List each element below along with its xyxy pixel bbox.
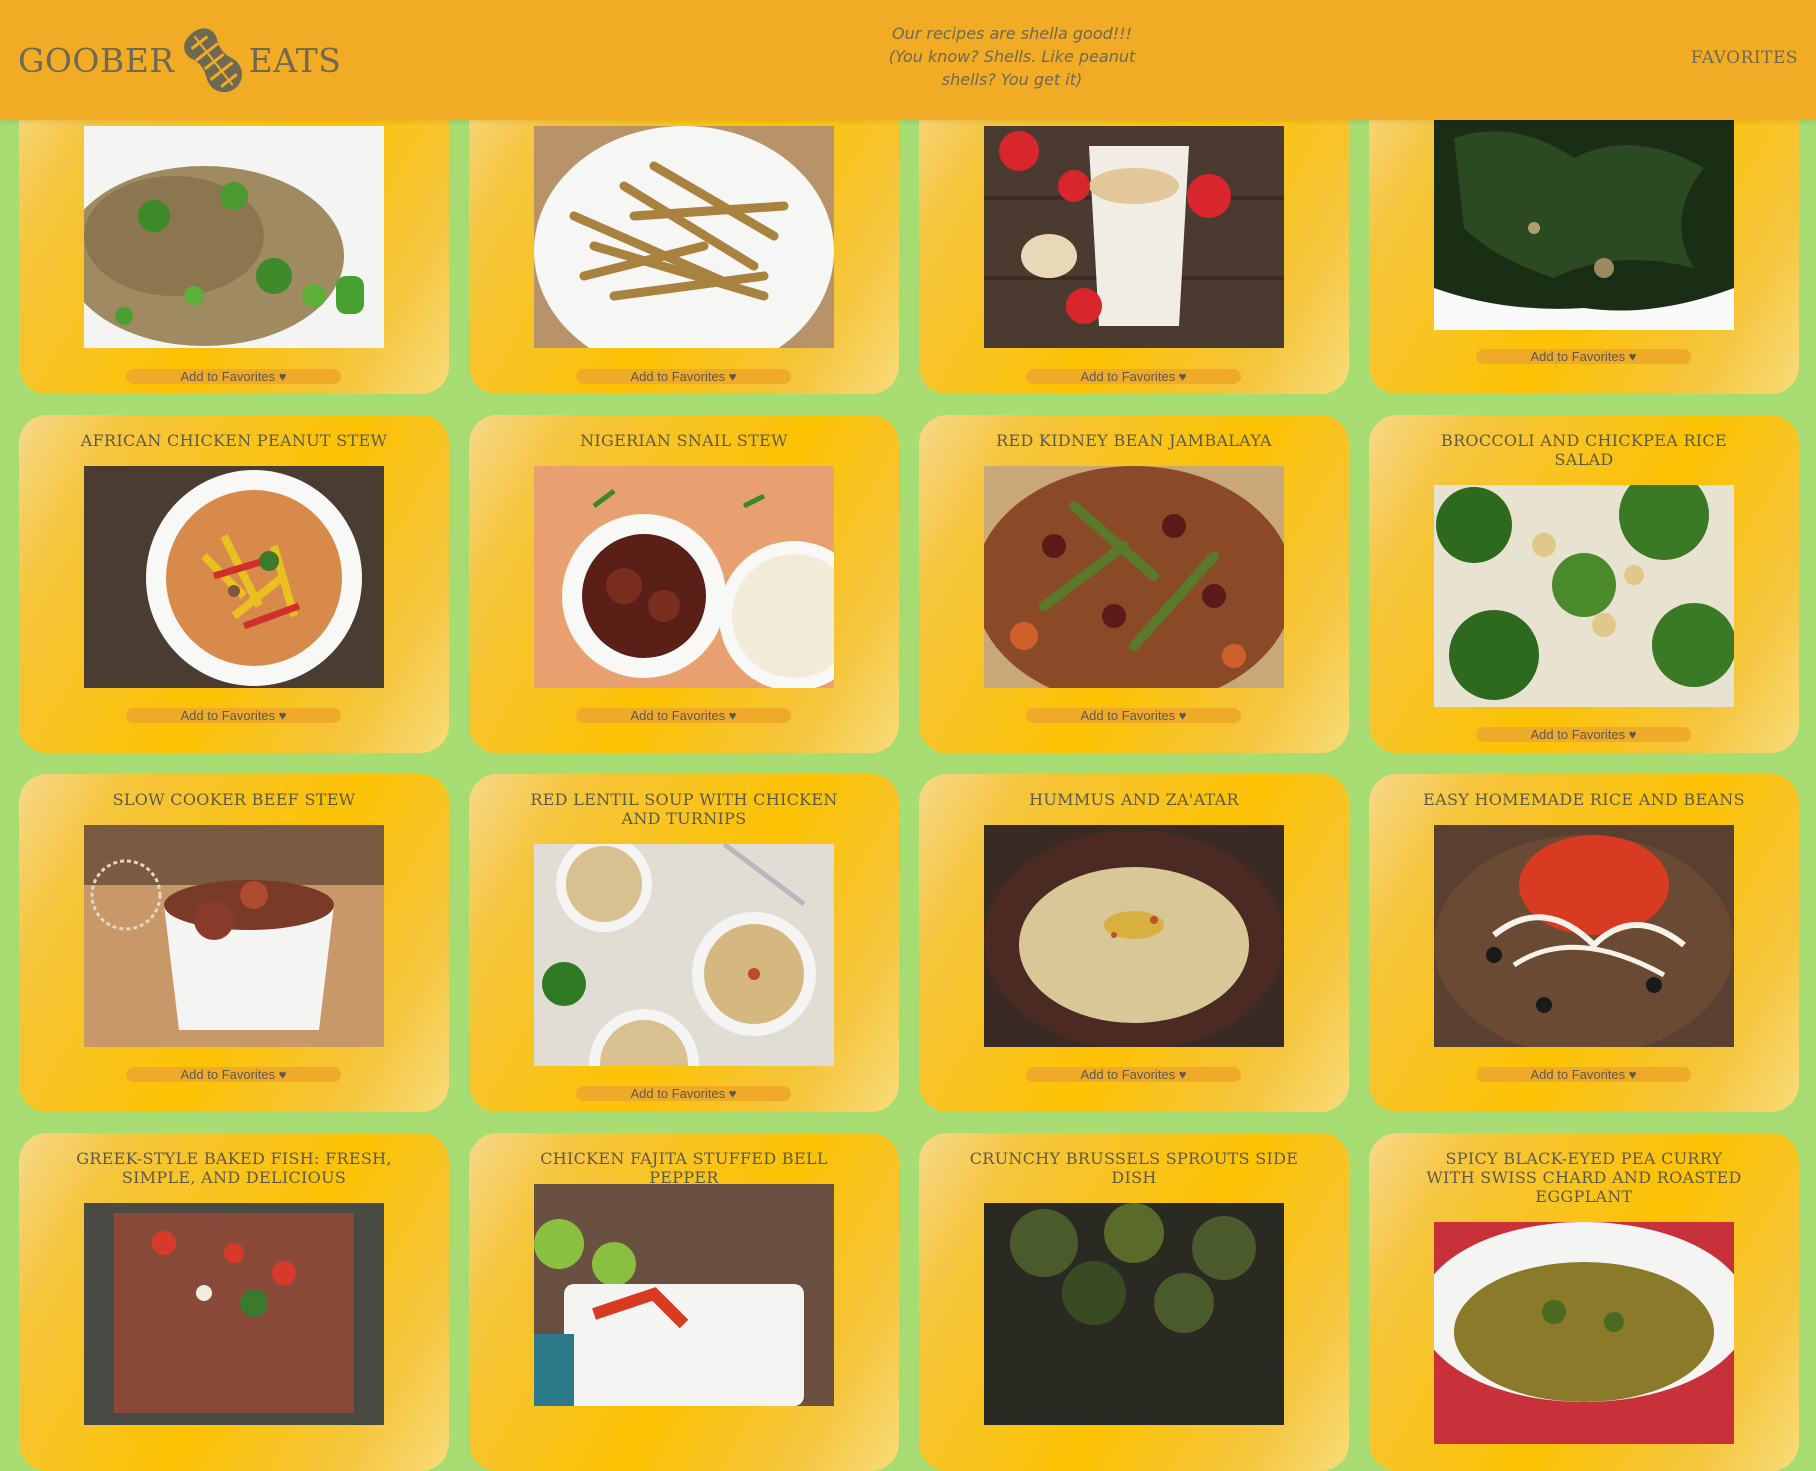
recipe-title[interactable]: Spicy Black-Eyed Pea Curry with Swiss Ch… bbox=[1419, 1149, 1749, 1206]
recipe-card: Crunchy Brussels Sprouts Side Dish bbox=[919, 1133, 1349, 1471]
recipe-title[interactable]: Easy Homemade Rice and Beans bbox=[1419, 790, 1749, 809]
recipe-image[interactable] bbox=[534, 466, 834, 688]
recipe-title[interactable]: Red Kidney Bean Jambalaya bbox=[969, 431, 1299, 450]
logo-text-right: EATS bbox=[248, 40, 342, 80]
recipe-card: Nigerian Snail Stew Add to Favorites ♥ bbox=[469, 415, 899, 753]
recipe-image[interactable] bbox=[84, 1203, 384, 1425]
favorites-nav-link[interactable]: FAVORITES bbox=[1691, 48, 1798, 68]
recipe-card: Chicken Fajita Stuffed Bell Pepper bbox=[469, 1133, 899, 1471]
add-to-favorites-button[interactable]: Add to Favorites ♥ bbox=[126, 708, 341, 723]
add-to-favorites-button[interactable]: Add to Favorites ♥ bbox=[1476, 727, 1691, 742]
recipe-image[interactable] bbox=[534, 1184, 834, 1406]
recipe-image[interactable] bbox=[84, 466, 384, 688]
add-to-favorites-button[interactable]: Add to Favorites ♥ bbox=[576, 1086, 791, 1101]
recipe-title[interactable]: Broccoli and Chickpea Rice Salad bbox=[1419, 431, 1749, 469]
recipe-image[interactable] bbox=[984, 126, 1284, 348]
recipe-image[interactable] bbox=[84, 126, 384, 348]
add-to-favorites-button[interactable]: Add to Favorites ♥ bbox=[126, 369, 341, 384]
recipe-card: Easy Homemade Rice and Beans Add to Favo… bbox=[1369, 774, 1799, 1112]
recipe-image[interactable] bbox=[84, 825, 384, 1047]
recipe-image[interactable] bbox=[1434, 825, 1734, 1047]
add-to-favorites-button[interactable]: Add to Favorites ♥ bbox=[126, 1067, 341, 1082]
recipe-image[interactable] bbox=[534, 126, 834, 348]
site-header: GOOBER EATS Our recipes are shella good!… bbox=[0, 0, 1816, 120]
recipe-card: Broccoli and Chickpea Rice Salad Add to … bbox=[1369, 415, 1799, 753]
add-to-favorites-button[interactable]: Add to Favorites ♥ bbox=[1476, 349, 1691, 364]
add-to-favorites-button[interactable]: Add to Favorites ♥ bbox=[1476, 1067, 1691, 1082]
recipe-image[interactable] bbox=[1434, 485, 1734, 707]
add-to-favorites-button[interactable]: Add to Favorites ♥ bbox=[1026, 369, 1241, 384]
recipe-grid: Add to Favorites ♥ Add to Favorites ♥ Ad… bbox=[0, 0, 1816, 1471]
recipe-card: Slow Cooker Beef Stew Add to Favorites ♥ bbox=[19, 774, 449, 1112]
recipe-image[interactable] bbox=[534, 844, 834, 1066]
add-to-favorites-button[interactable]: Add to Favorites ♥ bbox=[576, 708, 791, 723]
recipe-title[interactable]: Chicken Fajita Stuffed Bell Pepper bbox=[519, 1149, 849, 1187]
recipe-image[interactable] bbox=[984, 825, 1284, 1047]
add-to-favorites-button[interactable]: Add to Favorites ♥ bbox=[1026, 708, 1241, 723]
recipe-card: African Chicken Peanut Stew Add to Favor… bbox=[19, 415, 449, 753]
recipe-title[interactable]: Greek-Style Baked Fish: Fresh, Simple, a… bbox=[69, 1149, 399, 1187]
add-to-favorites-button[interactable]: Add to Favorites ♥ bbox=[576, 369, 791, 384]
recipe-title[interactable]: Red Lentil Soup with Chicken and Turnips bbox=[519, 790, 849, 828]
recipe-card: Red Lentil Soup with Chicken and Turnips… bbox=[469, 774, 899, 1112]
recipe-image[interactable] bbox=[1434, 1222, 1734, 1444]
recipe-image[interactable] bbox=[984, 1203, 1284, 1425]
recipe-title[interactable]: Slow Cooker Beef Stew bbox=[69, 790, 399, 809]
recipe-card: Greek-Style Baked Fish: Fresh, Simple, a… bbox=[19, 1133, 449, 1471]
recipe-image[interactable] bbox=[984, 466, 1284, 688]
recipe-card: Spicy Black-Eyed Pea Curry with Swiss Ch… bbox=[1369, 1133, 1799, 1471]
site-tagline: Our recipes are shella good!!! (You know… bbox=[888, 24, 1136, 89]
site-logo[interactable]: GOOBER EATS bbox=[18, 22, 341, 98]
recipe-title[interactable]: African Chicken Peanut Stew bbox=[69, 431, 399, 450]
logo-text-left: GOOBER bbox=[18, 40, 175, 80]
recipe-card: Red Kidney Bean Jambalaya Add to Favorit… bbox=[919, 415, 1349, 753]
peanut-icon bbox=[183, 28, 242, 93]
recipe-title[interactable]: Hummus and Za'atar bbox=[969, 790, 1299, 809]
recipe-title[interactable]: Nigerian Snail Stew bbox=[519, 431, 849, 450]
recipe-image[interactable] bbox=[1434, 108, 1734, 330]
recipe-card: Hummus and Za'atar Add to Favorites ♥ bbox=[919, 774, 1349, 1112]
add-to-favorites-button[interactable]: Add to Favorites ♥ bbox=[1026, 1067, 1241, 1082]
recipe-title[interactable]: Crunchy Brussels Sprouts Side Dish bbox=[969, 1149, 1299, 1187]
